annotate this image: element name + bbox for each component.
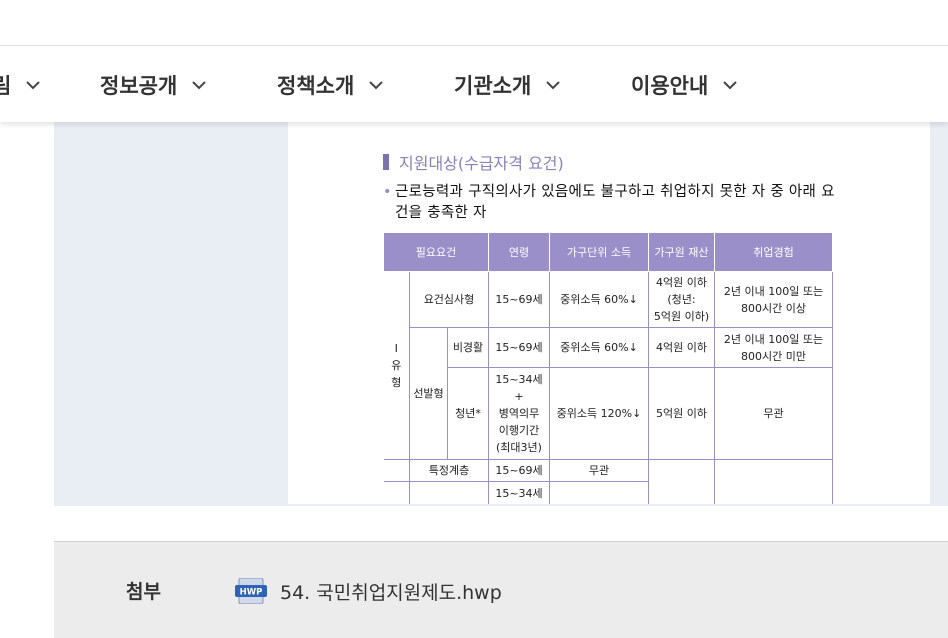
document-image: 지원대상(수급자격 요건) • 근로능력과 구직의사가 있음에도 불구하고 취업… [288, 122, 930, 504]
age-cell: 15~34세 + 병역의무 이행기간 (최대3년) [488, 367, 550, 460]
type-group-cell [383, 459, 410, 482]
age-cell: 15~69세 [488, 459, 550, 482]
hwp-file-icon[interactable]: HWP [235, 578, 267, 604]
experience-cell [714, 459, 833, 504]
table-row: 선발형 비경활 15~69세 중위소득 60%↓ 4억원 이하 2년 이내 10… [384, 327, 833, 460]
section-title-text: 지원대상(수급자격 요건) [399, 154, 564, 173]
header-cell: 가구단위 소득 [549, 232, 649, 272]
table-header-row: 필요요건 연령 가구단위 소득 가구원 재산 취업경험 [383, 232, 833, 272]
nav-item-label: 정보공개 [100, 74, 178, 98]
bullet-icon: • [383, 184, 392, 200]
section-marker-icon [383, 154, 389, 170]
asset-cell: 4억원 이하 [648, 327, 715, 368]
top-header-bar [0, 0, 948, 46]
nav-item-label: 이용안내 [631, 74, 709, 98]
type-cell: 요건심사형 [409, 271, 489, 328]
header-cell: 필요요건 [383, 232, 489, 272]
chevron-down-icon [26, 81, 41, 90]
type-cell: 청년* [447, 367, 489, 460]
chevron-down-icon [192, 81, 206, 90]
table-row: 청년* 15~34세 + 병역의무 이행기간 (최대3년) 중위소득 120%↓… [384, 367, 833, 460]
type1-label: Ⅰ 유 형 [383, 271, 410, 460]
income-cell: 무관 [549, 459, 649, 482]
requirements-table: 필요요건 연령 가구단위 소득 가구원 재산 취업경험 Ⅰ 유 형 요건심사형 … [383, 232, 833, 504]
main-navigation: 림 정보공개 정책소개 기관소개 이용안내 [0, 46, 948, 122]
nav-item-usage-guide[interactable]: 이용안내 [631, 70, 738, 100]
chevron-down-icon [369, 81, 383, 90]
header-cell: 가구원 재산 [648, 232, 715, 272]
nav-item-label: 정책소개 [277, 74, 355, 98]
header-cell: 연령 [488, 232, 550, 272]
nav-item-org-intro[interactable]: 기관소개 [454, 70, 561, 100]
nav-item-info-disclosure[interactable]: 정보공개 [100, 70, 207, 100]
income-cell: 중위소득 60%↓ [549, 271, 649, 328]
age-cell: 15~34세 [488, 481, 550, 504]
nav-item-partial[interactable]: 림 [0, 70, 41, 100]
header-cell: 취업경험 [714, 232, 833, 272]
chevron-down-icon [546, 81, 560, 90]
type-cell: 비경활 [447, 327, 489, 368]
attachment-section: 첨부 HWP 54. 국민취업지원제도.hwp [54, 541, 948, 638]
experience-cell: 2년 이내 100일 또는 800시간 이상 [714, 271, 833, 328]
income-cell: 중위소득 120%↓ [549, 367, 649, 460]
table-row: 특정계층 15~69세 무관 [383, 459, 833, 504]
type-group-cell [383, 481, 410, 504]
asset-cell: 5억원 이하 [648, 367, 715, 460]
asset-cell: 4억원 이하 (청년: 5억원 이하) [648, 271, 715, 328]
age-cell: 15~69세 [488, 271, 550, 328]
nav-item-label: 림 [0, 74, 12, 98]
type-cell: 특정계층 [409, 459, 489, 482]
hwp-icon-text: HWP [240, 588, 263, 598]
nav-item-policy-intro[interactable]: 정책소개 [277, 70, 384, 100]
selection-type-cell: 선발형 [409, 327, 448, 460]
chevron-down-icon [723, 81, 737, 90]
section-title: 지원대상(수급자격 요건) [383, 150, 564, 174]
experience-cell: 2년 이내 100일 또는 800시간 미만 [714, 327, 833, 368]
nav-item-label: 기관소개 [454, 74, 532, 98]
age-cell: 15~69세 [488, 327, 550, 368]
attachment-file-link[interactable]: 54. 국민취업지원제도.hwp [280, 578, 502, 605]
bullet-item: • 근로능력과 구직의사가 있음에도 불구하고 취업하지 못한 자 중 아래 요… [383, 182, 843, 224]
income-cell: 중위소득 60%↓ [549, 327, 649, 368]
attachment-label: 첨부 [126, 581, 161, 603]
type-cell [409, 481, 489, 504]
asset-cell [648, 459, 715, 504]
income-cell [549, 481, 649, 504]
table-row: Ⅰ 유 형 요건심사형 15~69세 중위소득 60%↓ 4억원 이하 (청년:… [383, 271, 833, 460]
experience-cell: 무관 [714, 367, 833, 460]
bullet-text: 근로능력과 구직의사가 있음에도 불구하고 취업하지 못한 자 중 아래 요건을… [395, 184, 835, 221]
